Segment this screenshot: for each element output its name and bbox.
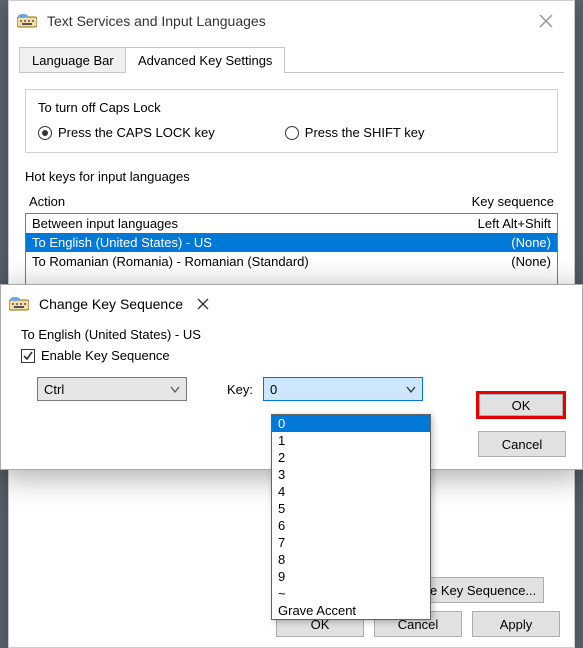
caps-lock-heading: To turn off Caps Lock xyxy=(38,100,545,115)
dropdown-option[interactable]: 4 xyxy=(272,483,430,500)
dropdown-option[interactable]: 6 xyxy=(272,517,430,534)
dropdown-option[interactable]: ~ xyxy=(272,585,430,602)
radio-label: Press the CAPS LOCK key xyxy=(58,125,215,140)
close-icon[interactable] xyxy=(526,6,566,36)
chevron-down-icon xyxy=(170,382,180,399)
titlebar: Change Key Sequence xyxy=(1,285,582,323)
hotkeys-heading: Hot keys for input languages xyxy=(25,169,558,184)
chevron-down-icon xyxy=(406,382,416,399)
dialog-title: Change Key Sequence xyxy=(39,296,183,312)
keyboard-icon xyxy=(17,13,37,29)
radio-icon xyxy=(285,126,299,140)
enable-key-sequence-checkbox[interactable]: Enable Key Sequence xyxy=(21,348,562,363)
dropdown-option[interactable]: 7 xyxy=(272,534,430,551)
radio-label: Press the SHIFT key xyxy=(305,125,425,140)
dropdown-option[interactable]: 2 xyxy=(272,449,430,466)
key-combo[interactable]: 0 xyxy=(263,377,423,401)
dropdown-option[interactable]: 0 xyxy=(272,415,430,432)
dropdown-option[interactable]: 9 xyxy=(272,568,430,585)
list-item[interactable]: To English (United States) - US (None) xyxy=(26,233,557,252)
target-language-label: To English (United States) - US xyxy=(21,327,562,342)
dropdown-option[interactable]: 3 xyxy=(272,466,430,483)
cancel-button[interactable]: Cancel xyxy=(478,431,566,457)
titlebar: Text Services and Input Languages xyxy=(9,1,574,41)
dropdown-option[interactable]: Grave Accent xyxy=(272,602,430,619)
tab-strip: Language Bar Advanced Key Settings xyxy=(19,45,564,73)
caps-lock-group: To turn off Caps Lock Press the CAPS LOC… xyxy=(25,89,558,153)
tab-advanced-key-settings[interactable]: Advanced Key Settings xyxy=(125,47,285,73)
col-key-sequence: Key sequence xyxy=(434,194,554,209)
key-label: Key: xyxy=(227,382,253,397)
list-item[interactable]: Between input languages Left Alt+Shift xyxy=(26,214,557,233)
col-action: Action xyxy=(29,194,434,209)
apply-button[interactable]: Apply xyxy=(472,611,560,637)
radio-shift[interactable]: Press the SHIFT key xyxy=(285,125,425,140)
keyboard-icon xyxy=(9,296,29,312)
modifier-combo[interactable]: Ctrl xyxy=(37,377,187,401)
close-icon[interactable] xyxy=(183,289,223,319)
dropdown-option[interactable]: 8 xyxy=(272,551,430,568)
radio-icon xyxy=(38,126,52,140)
ok-button[interactable]: OK xyxy=(476,391,566,419)
dialog-title: Text Services and Input Languages xyxy=(47,13,526,29)
checkbox-label: Enable Key Sequence xyxy=(41,348,170,363)
radio-caps-lock[interactable]: Press the CAPS LOCK key xyxy=(38,125,215,140)
key-dropdown-list[interactable]: 0 1 2 3 4 5 6 7 8 9 ~ Grave Accent xyxy=(271,414,431,620)
tab-language-bar[interactable]: Language Bar xyxy=(19,47,127,73)
dropdown-option[interactable]: 1 xyxy=(272,432,430,449)
list-item[interactable]: To Romanian (Romania) - Romanian (Standa… xyxy=(26,252,557,271)
dropdown-option[interactable]: 5 xyxy=(272,500,430,517)
checkbox-icon xyxy=(21,349,35,363)
